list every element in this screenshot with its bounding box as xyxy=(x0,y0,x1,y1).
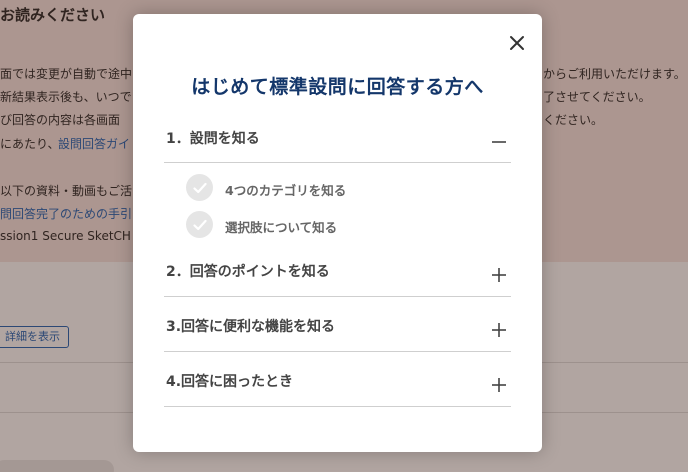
modal-title: はじめて標準設問に回答する方へ xyxy=(191,76,484,98)
check-icon xyxy=(186,174,213,201)
close-button[interactable] xyxy=(506,32,528,54)
check-icon xyxy=(186,211,213,238)
list-item-choices[interactable]: 選択肢について知る xyxy=(164,211,511,248)
section-label: 2．回答のポイントを知る xyxy=(166,264,330,280)
minus-icon xyxy=(492,141,506,143)
section-label: 1．設問を知る xyxy=(166,131,260,147)
accordion-section-4-header[interactable]: 4.回答に困ったとき xyxy=(164,352,511,407)
section-label: 4.回答に困ったとき xyxy=(166,374,294,390)
accordion-section-1-content: 4つのカテゴリを知る 選択肢について知る xyxy=(164,163,511,250)
list-item-label: 4つのカテゴリを知る xyxy=(225,183,347,198)
section-label: 3.回答に便利な機能を知る xyxy=(166,319,336,335)
first-time-guide-modal: はじめて標準設問に回答する方へ 1．設問を知る 4つのカテゴリを知る 選択肢につ… xyxy=(133,14,542,452)
list-item-label: 選択肢について知る xyxy=(225,220,338,235)
accordion-section-3-header[interactable]: 3.回答に便利な機能を知る xyxy=(164,297,511,352)
accordion-section-1-header[interactable]: 1．設問を知る xyxy=(164,118,511,163)
guide-accordion: 1．設問を知る 4つのカテゴリを知る 選択肢について知る 2．回答のポイントを知… xyxy=(164,118,511,407)
list-item-four-categories[interactable]: 4つのカテゴリを知る xyxy=(164,174,511,211)
plus-icon xyxy=(492,378,506,392)
accordion-section-2-header[interactable]: 2．回答のポイントを知る xyxy=(164,250,511,297)
plus-icon xyxy=(492,323,506,337)
plus-icon xyxy=(492,268,506,282)
close-icon xyxy=(510,36,524,50)
